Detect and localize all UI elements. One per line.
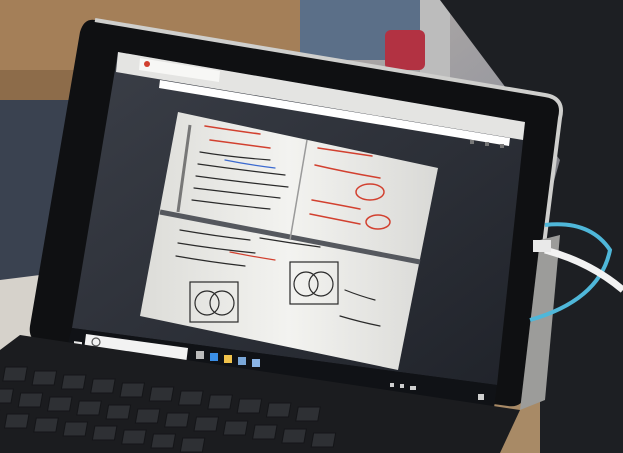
tab-favicon-icon (144, 61, 150, 67)
volume-icon[interactable] (400, 384, 404, 388)
explorer-icon[interactable] (224, 355, 232, 363)
edge-icon[interactable] (210, 353, 218, 361)
task-view-icon[interactable] (196, 351, 204, 359)
notification-icon[interactable] (478, 394, 484, 400)
cable-connector (533, 240, 551, 252)
network-icon[interactable] (390, 383, 394, 387)
photo-scene (0, 0, 623, 453)
store-icon[interactable] (238, 357, 246, 365)
mail-icon[interactable] (252, 359, 260, 367)
battery-icon[interactable] (410, 386, 416, 390)
